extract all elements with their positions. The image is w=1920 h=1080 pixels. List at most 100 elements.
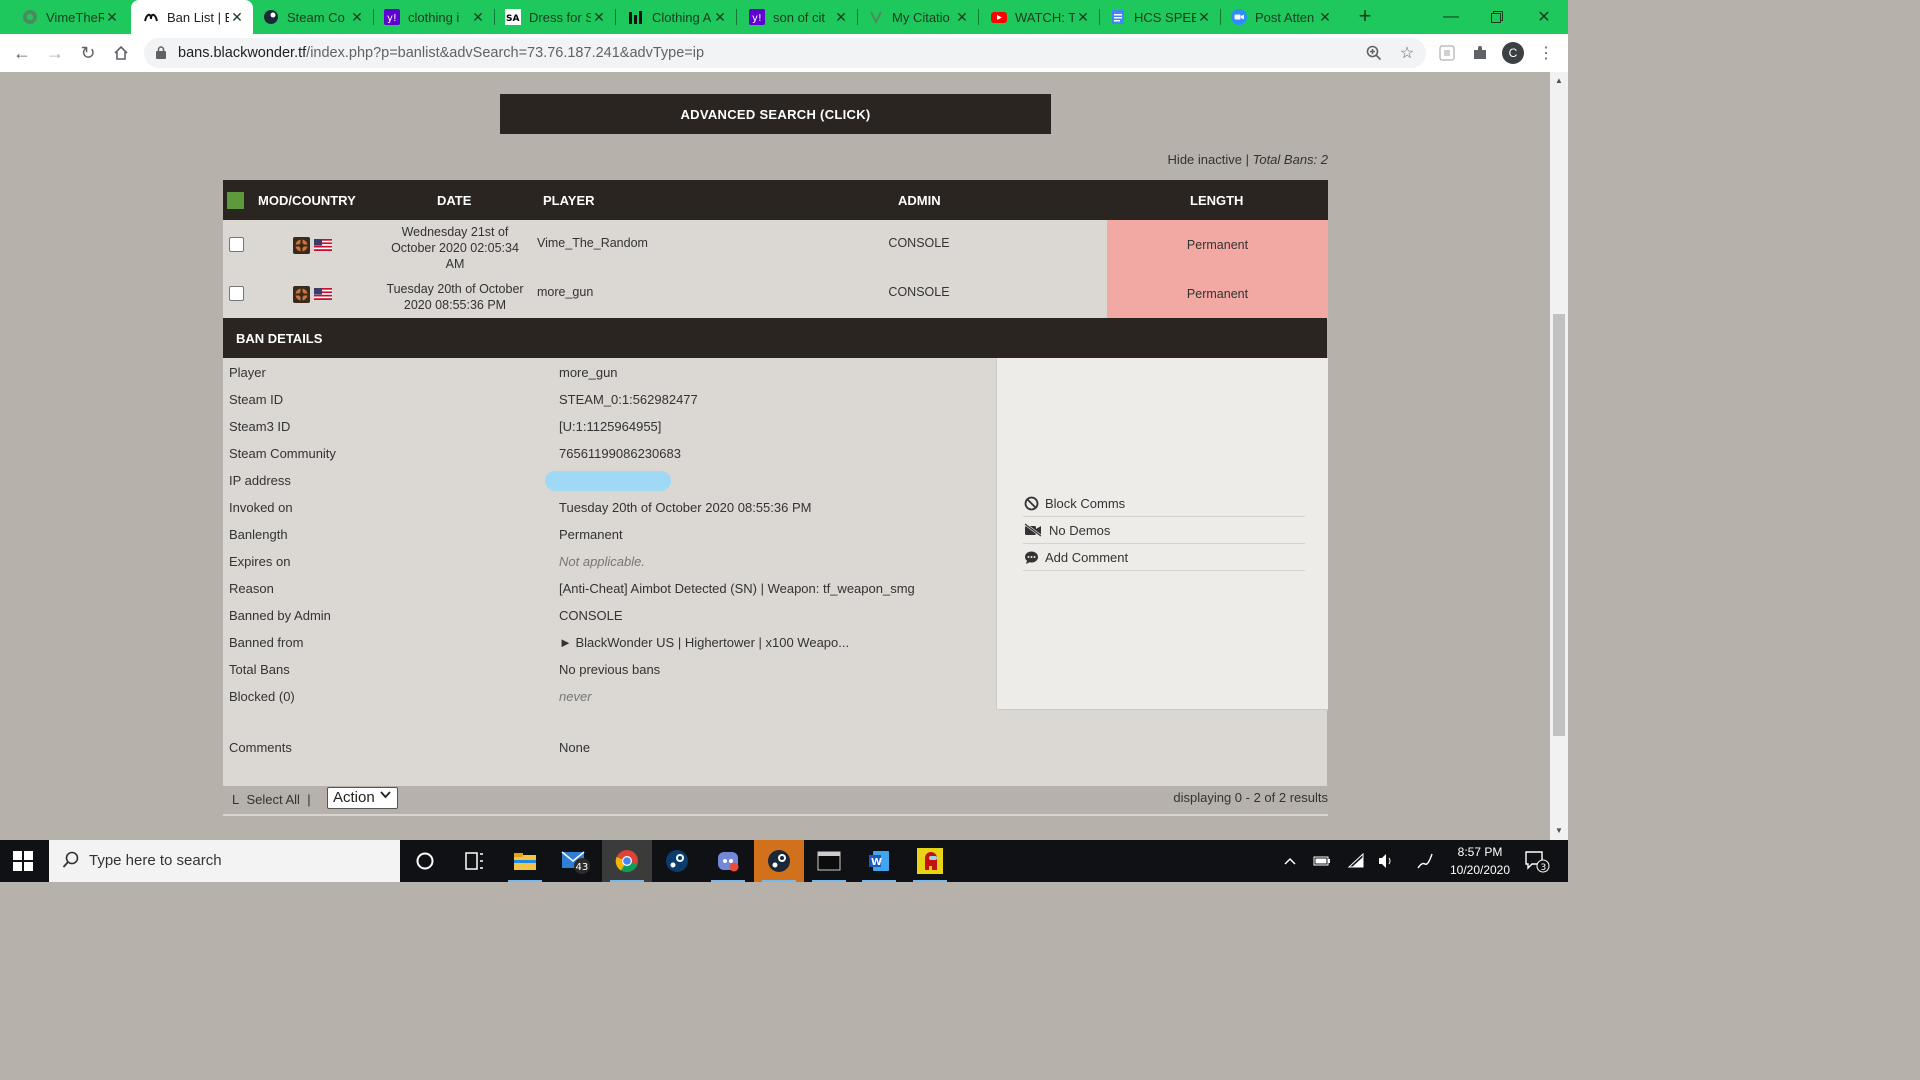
among-us-icon[interactable] [905,840,955,882]
us-flag-icon [314,239,332,251]
detail-label: Expires on [229,554,291,569]
no-demos-button[interactable]: No Demos [1023,517,1305,544]
search-placeholder: Type here to search [89,852,222,869]
reload-icon[interactable]: ↻ [75,40,101,66]
tab-6[interactable]: Clothing A ✕ [616,0,736,34]
results-count: displaying 0 - 2 of 2 results [1173,790,1328,805]
steam-icon[interactable] [652,840,702,882]
detail-steam-community-link[interactable]: 76561199086230683 [559,446,681,461]
tab-11[interactable]: Post Atten ✕ [1221,0,1341,34]
close-tab-icon[interactable]: ✕ [1317,9,1333,26]
page-scrollbar[interactable]: ▲ ▼ [1550,72,1568,840]
svg-text:y!: y! [387,13,397,24]
tab-7[interactable]: y! son of cit ✕ [737,0,857,34]
ban-row[interactable]: Tuesday 20th of October 2020 08:55:36 PM … [223,269,1328,319]
tab-5[interactable]: SA Dress for S ✕ [495,0,615,34]
battery-icon[interactable] [1310,840,1334,882]
tab-title: Ban List | E [167,9,229,25]
select-all-square[interactable] [227,192,244,209]
close-tab-icon[interactable]: ✕ [833,9,849,26]
profile-avatar[interactable]: C [1502,42,1524,64]
tab-4[interactable]: y! clothing i ✕ [374,0,494,34]
col-length: LENGTH [1190,193,1244,208]
forward-arrow-icon[interactable]: → [42,40,68,66]
action-select[interactable]: Action [327,787,398,809]
steam-game-icon[interactable] [754,840,804,882]
detail-banned-from-toggle[interactable]: ► BlackWonder US | Highertower | x100 We… [559,635,849,650]
steam-favicon-icon [263,9,279,25]
select-all-prefix: L [232,792,240,807]
bookmark-star-icon[interactable]: ☆ [1397,43,1417,63]
tab-2[interactable]: Ban List | E ✕ [131,0,253,34]
browser-menu-icon[interactable]: ⋮ [1535,42,1557,64]
close-window-button[interactable]: ✕ [1521,0,1567,34]
scrollbar-thumb[interactable] [1553,314,1565,736]
close-tab-icon[interactable]: ✕ [229,9,245,26]
zoom-icon[interactable] [1364,43,1384,63]
row-checkbox[interactable] [229,286,244,301]
taskbar-search-box[interactable]: Type here to search [49,840,400,882]
taskbar-clock[interactable]: 8:57 PM 10/20/2020 [1440,843,1520,879]
word-icon[interactable]: W [854,840,904,882]
close-tab-icon[interactable]: ✕ [470,9,486,26]
new-tab-button[interactable]: + [1354,5,1376,28]
clock-time: 8:57 PM [1457,845,1503,859]
extensions-puzzle-icon[interactable] [1469,42,1491,64]
windows-start-icon[interactable] [13,851,33,871]
us-flag-icon [314,288,332,300]
total-bans: Total Bans: 2 [1252,152,1328,167]
task-view-icon[interactable] [450,840,500,882]
tab-title: Dress for S [529,9,591,25]
add-comment-label: Add Comment [1045,549,1129,565]
file-explorer-icon[interactable] [500,840,550,882]
restore-button[interactable] [1474,0,1520,34]
block-comms-button[interactable]: Block Comms [1023,490,1305,517]
add-comment-button[interactable]: Add Comment [1023,544,1305,571]
detail-label: Blocked (0) [229,689,295,704]
detail-label: Total Bans [229,662,290,677]
detail-label: Invoked on [229,500,293,515]
address-bar[interactable]: bans.blackwonder.tf/index.php?p=banlist&… [144,38,1426,68]
detail-label: Comments [229,740,292,755]
close-tab-icon[interactable]: ✕ [1075,9,1091,26]
volume-icon[interactable] [1374,840,1398,882]
close-tab-icon[interactable]: ✕ [712,9,728,26]
back-arrow-icon[interactable]: ← [9,40,35,66]
close-tab-icon[interactable]: ✕ [591,9,607,26]
mail-icon[interactable]: 43 [550,840,600,882]
pen-workspace-icon[interactable] [1412,840,1438,882]
advanced-search-button[interactable]: ADVANCED SEARCH (CLICK) [500,94,1051,134]
row-checkbox[interactable] [229,237,244,252]
tab-9[interactable]: WATCH: T ✕ [979,0,1099,34]
tab-3[interactable]: Steam Co ✕ [253,0,373,34]
close-tab-icon[interactable]: ✕ [954,9,970,26]
scroll-down-arrow-icon[interactable]: ▼ [1554,826,1564,835]
close-tab-icon[interactable]: ✕ [1196,9,1212,26]
wifi-icon[interactable] [1344,840,1368,882]
minimize-button[interactable]: — [1428,0,1474,34]
tab-title: Steam Co [287,9,345,25]
ban-details-title: BAN DETAILS [236,331,323,346]
select-all-link[interactable]: Select All [246,792,299,807]
hide-inactive-link[interactable]: Hide inactive [1168,152,1242,167]
home-icon[interactable] [108,40,134,66]
notification-center-icon[interactable]: 3 [1522,840,1552,882]
google-docs-favicon-icon [1110,9,1126,25]
tab-title: VimeTheR [46,9,104,25]
close-tab-icon[interactable]: ✕ [104,9,120,26]
tab-10[interactable]: HCS SPEE ✕ [1100,0,1220,34]
chrome-icon[interactable] [602,840,652,882]
cortana-icon[interactable] [400,840,450,882]
ban-row[interactable]: Wednesday 21st of October 2020 02:05:34 AM… [223,220,1328,271]
detail-label: Steam3 ID [229,419,291,434]
extension-square-icon[interactable] [1436,42,1458,64]
ban-details-panel: Player more_gun Steam ID STEAM_0:1:56298… [223,358,1328,786]
tray-overflow-chevron-icon[interactable] [1278,840,1302,882]
tab-8[interactable]: My Citatio ✕ [858,0,978,34]
discord-icon[interactable] [703,840,753,882]
detail-total-bans: No previous bans [559,662,661,677]
scroll-up-arrow-icon[interactable]: ▲ [1554,76,1564,85]
close-tab-icon[interactable]: ✕ [349,9,365,26]
tab-1[interactable]: VimeTheR ✕ [0,0,128,34]
terminal-icon[interactable] [804,840,854,882]
